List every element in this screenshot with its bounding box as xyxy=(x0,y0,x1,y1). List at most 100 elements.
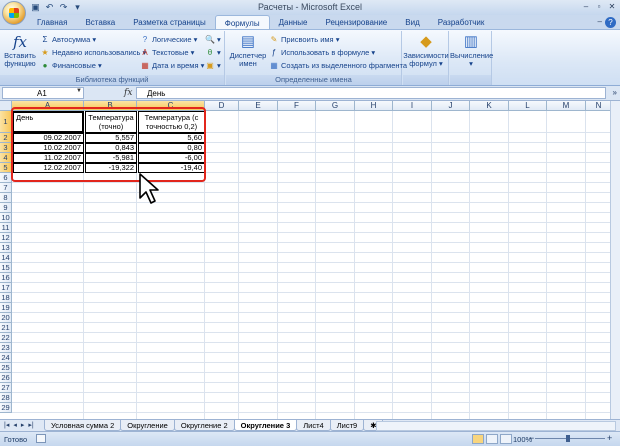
row-header[interactable]: 10 xyxy=(0,213,12,223)
recent-button[interactable]: ★ Недавно использовались ▾ xyxy=(40,47,146,58)
row-header[interactable]: 16 xyxy=(0,273,12,283)
sheet-tab[interactable]: Округление 2 xyxy=(173,420,235,431)
more-functions-button[interactable]: ▣ ▾ xyxy=(205,60,221,71)
tab-5[interactable]: Рецензирование xyxy=(316,15,396,30)
row-header[interactable]: 25 xyxy=(0,363,12,373)
autosum-button[interactable]: Σ Автосумма ▾ xyxy=(40,34,97,45)
name-manager-button[interactable]: ▤ Диспетчер имен xyxy=(228,33,268,68)
tab-4[interactable]: Данные xyxy=(270,15,317,30)
column-header[interactable]: B xyxy=(84,101,137,111)
name-box[interactable]: A1 xyxy=(2,87,84,99)
sheet-tab[interactable]: Лист4 xyxy=(296,420,331,431)
page-break-view-icon[interactable] xyxy=(500,434,512,444)
table-cell[interactable]: 10.02.2007 xyxy=(13,143,84,153)
column-header[interactable]: M xyxy=(547,101,586,111)
vertical-scrollbar[interactable] xyxy=(610,101,620,419)
table-cell[interactable]: 0,80 xyxy=(138,143,205,153)
table-cell[interactable]: -19,322 xyxy=(85,163,137,173)
column-header[interactable]: L xyxy=(509,101,547,111)
page-layout-view-icon[interactable] xyxy=(486,434,498,444)
create-from-selection-button[interactable]: ▦ Создать из выделенного фрагмента xyxy=(269,60,407,71)
minimize-icon[interactable]: – xyxy=(580,1,592,12)
row-header[interactable]: 3 xyxy=(0,143,12,153)
table-header-cell[interactable]: День xyxy=(13,111,84,133)
row-header[interactable]: 24 xyxy=(0,353,12,363)
table-cell[interactable]: -6,00 xyxy=(138,153,205,163)
row-header[interactable]: 14 xyxy=(0,253,12,263)
tab-0[interactable]: Главная xyxy=(28,15,76,30)
expand-formula-bar-icon[interactable]: » xyxy=(613,88,617,97)
lookup-button[interactable]: 🔍 ▾ xyxy=(205,34,221,45)
first-sheet-icon[interactable]: |◂ xyxy=(4,421,9,429)
row-header[interactable]: 27 xyxy=(0,383,12,393)
select-all-corner[interactable] xyxy=(0,101,12,111)
row-header[interactable]: 12 xyxy=(0,233,12,243)
column-header[interactable]: D xyxy=(205,101,239,111)
row-header[interactable]: 28 xyxy=(0,393,12,403)
table-cell[interactable]: 11.02.2007 xyxy=(13,153,84,163)
row-header[interactable]: 29 xyxy=(0,403,12,413)
row-header[interactable]: 8 xyxy=(0,193,12,203)
row-header[interactable]: 6 xyxy=(0,173,12,183)
table-header-cell[interactable]: Температура (с точностью 0,2) xyxy=(138,111,205,133)
table-header-cell[interactable]: Температура (точно) xyxy=(85,111,137,133)
insert-function-button[interactable]: fx Вставить функцию xyxy=(3,33,37,68)
tab-6[interactable]: Вид xyxy=(396,15,428,30)
column-header[interactable]: J xyxy=(432,101,470,111)
next-sheet-icon[interactable]: ▸ xyxy=(21,421,25,429)
define-name-button[interactable]: ✎ Присвоить имя ▾ xyxy=(269,34,340,45)
column-header[interactable]: C xyxy=(137,101,205,111)
row-header[interactable]: 22 xyxy=(0,333,12,343)
row-header[interactable]: 9 xyxy=(0,203,12,213)
row-header[interactable]: 13 xyxy=(0,243,12,253)
zoom-slider-handle[interactable] xyxy=(566,435,570,442)
row-header[interactable]: 21 xyxy=(0,323,12,333)
tab-7[interactable]: Разработчик xyxy=(429,15,494,30)
use-in-formula-button[interactable]: ƒ Использовать в формуле ▾ xyxy=(269,47,375,58)
column-header[interactable]: F xyxy=(278,101,316,111)
sheet-tab[interactable]: Округление 3 xyxy=(233,420,298,431)
tab-3[interactable]: Формулы xyxy=(214,15,270,30)
fx-icon[interactable]: fx xyxy=(124,88,132,98)
text-button[interactable]: A Текстовые ▾ xyxy=(140,47,194,58)
ribbon-minimize-icon[interactable]: – xyxy=(598,17,602,26)
calculation-button[interactable]: ▥ Вычисление ▾ xyxy=(450,33,493,68)
row-header[interactable]: 23 xyxy=(0,343,12,353)
row-header[interactable]: 4 xyxy=(0,153,12,163)
column-header[interactable]: I xyxy=(393,101,432,111)
logical-button[interactable]: ? Логические ▾ xyxy=(140,34,198,45)
row-header[interactable]: 11 xyxy=(0,223,12,233)
row-header[interactable]: 1 xyxy=(0,111,12,133)
dependencies-button[interactable]: ◆ Зависимости формул ▾ xyxy=(403,33,449,68)
zoom-slider[interactable] xyxy=(535,438,605,439)
tab-2[interactable]: Разметка страницы xyxy=(124,15,215,30)
math-button[interactable]: θ ▾ xyxy=(205,47,221,58)
row-header[interactable]: 19 xyxy=(0,303,12,313)
column-header[interactable]: G xyxy=(316,101,355,111)
macro-record-icon[interactable] xyxy=(36,434,46,443)
table-cell[interactable]: -5,981 xyxy=(85,153,137,163)
last-sheet-icon[interactable]: ▸| xyxy=(28,421,33,429)
financial-button[interactable]: ● Финансовые ▾ xyxy=(40,60,102,71)
column-header[interactable]: A xyxy=(12,101,84,111)
row-header[interactable]: 7 xyxy=(0,183,12,193)
maximize-icon[interactable]: ▫ xyxy=(593,1,605,12)
row-header[interactable]: 17 xyxy=(0,283,12,293)
tab-1[interactable]: Вставка xyxy=(76,15,124,30)
table-cell[interactable]: 5,557 xyxy=(85,133,137,143)
close-icon[interactable]: ✕ xyxy=(606,1,618,12)
column-header[interactable]: K xyxy=(470,101,509,111)
column-header[interactable]: E xyxy=(239,101,278,111)
horizontal-scrollbar[interactable] xyxy=(376,421,616,431)
normal-view-icon[interactable] xyxy=(472,434,484,444)
row-header[interactable]: 20 xyxy=(0,313,12,323)
row-header[interactable]: 26 xyxy=(0,373,12,383)
prev-sheet-icon[interactable]: ◂ xyxy=(13,421,17,429)
row-header[interactable]: 18 xyxy=(0,293,12,303)
table-cell[interactable]: 09.02.2007 xyxy=(13,133,84,143)
sheet-tab[interactable]: Лист9 xyxy=(329,420,365,431)
formula-input[interactable]: День xyxy=(136,87,606,99)
office-button[interactable] xyxy=(2,1,26,25)
column-header[interactable]: H xyxy=(355,101,393,111)
row-header[interactable]: 2 xyxy=(0,133,12,143)
